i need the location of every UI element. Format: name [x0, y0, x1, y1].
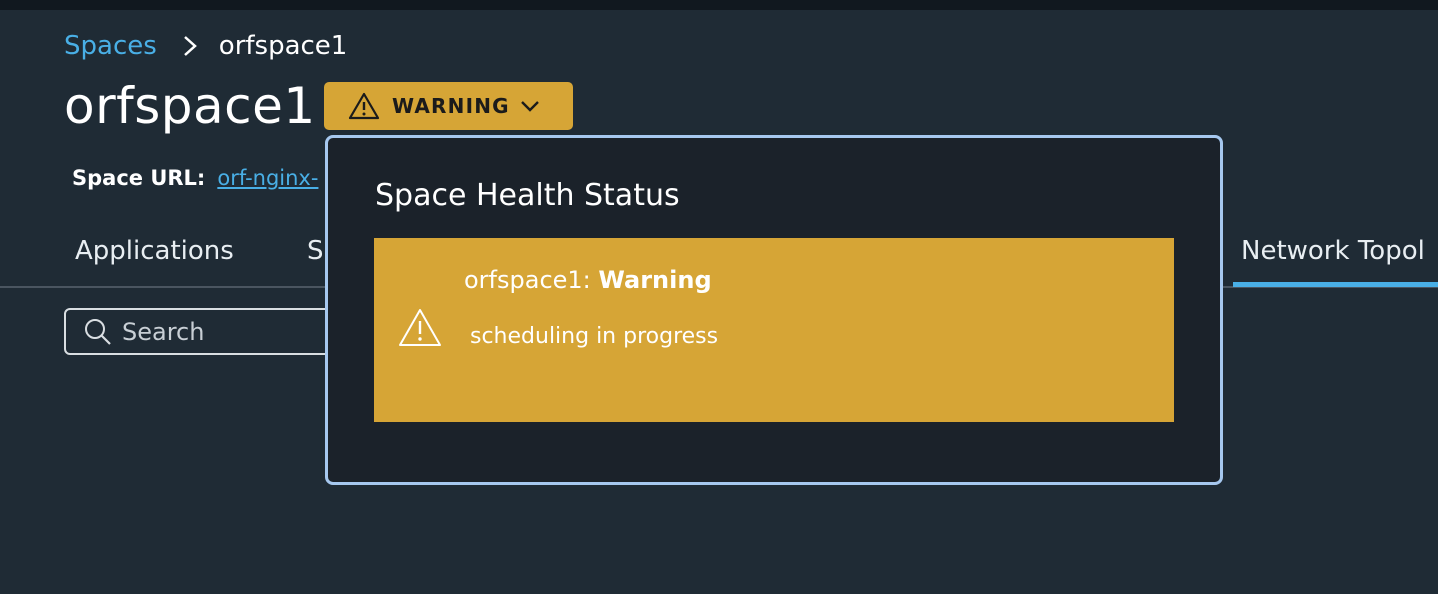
alert-status: Warning [598, 266, 712, 294]
chevron-right-icon [183, 35, 197, 57]
space-health-popover: Space Health Status orfspace1: Warning s… [325, 135, 1223, 485]
health-status-dropdown-button[interactable]: WARNING [324, 82, 573, 130]
top-header-bar [0, 0, 1438, 10]
search-input[interactable] [120, 316, 324, 347]
search-field[interactable] [64, 308, 364, 355]
warning-triangle-icon [398, 308, 442, 352]
space-url-row: Space URL: orf-nginx- [72, 166, 318, 190]
alert-message: scheduling in progress [470, 324, 719, 349]
alert-space-name: orfspace1: [464, 266, 599, 294]
breadcrumb: Spaces orfspace1 [64, 28, 347, 64]
breadcrumb-current: orfspace1 [218, 31, 348, 61]
chevron-down-icon [520, 99, 540, 113]
warning-triangle-icon [348, 92, 380, 120]
breadcrumb-spaces-link[interactable]: Spaces [64, 31, 157, 61]
space-url-label: Space URL: [72, 166, 206, 190]
active-tab-indicator [1233, 282, 1438, 287]
tab-applications[interactable]: Applications [75, 236, 234, 266]
page-title: orfspace1 [64, 77, 316, 135]
search-icon [84, 318, 112, 346]
alert-heading: orfspace1: Warning [464, 266, 712, 294]
tab-network-topology[interactable]: Network Topol [1241, 236, 1425, 266]
popover-title: Space Health Status [375, 178, 680, 213]
status-badge-label: WARNING [392, 94, 510, 118]
space-url-link[interactable]: orf-nginx- [217, 166, 318, 190]
warning-alert: orfspace1: Warning scheduling in progres… [374, 238, 1174, 422]
tab-second[interactable]: S [307, 236, 324, 266]
